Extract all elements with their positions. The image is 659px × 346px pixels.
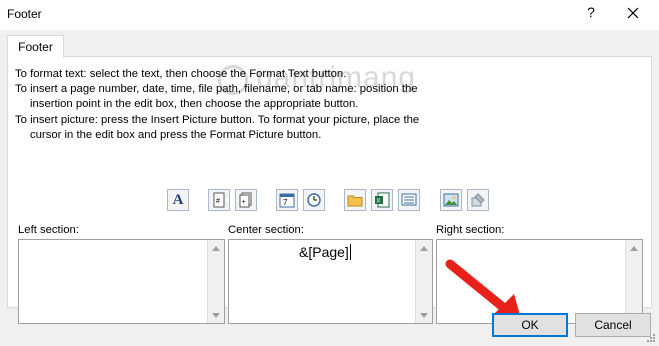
center-section-text: &[Page] — [299, 244, 351, 260]
left-section-input[interactable] — [18, 239, 225, 324]
ok-button[interactable]: OK — [492, 313, 568, 337]
scroll-up-icon[interactable] — [416, 240, 432, 256]
sheet-tab-icon — [401, 193, 417, 206]
excel-file-icon: X — [375, 192, 390, 208]
format-text-button[interactable]: A — [167, 189, 189, 211]
cancel-button[interactable]: Cancel — [575, 313, 651, 337]
window-title: Footer — [7, 7, 42, 21]
close-icon — [627, 7, 639, 19]
format-text-icon: A — [172, 191, 184, 208]
right-section-label: Right section: — [436, 224, 505, 236]
tab-footer[interactable]: Footer — [7, 35, 64, 58]
svg-text:7: 7 — [283, 198, 288, 207]
format-picture-icon — [471, 193, 485, 207]
help-button[interactable]: ? — [583, 4, 599, 20]
instruction-line: To insert picture: press the Insert Pict… — [15, 114, 420, 126]
svg-text:#: # — [216, 198, 220, 205]
insert-file-path-button[interactable] — [344, 189, 366, 211]
center-section-label: Center section: — [228, 224, 304, 236]
svg-text:+: + — [242, 199, 246, 206]
scroll-up-icon[interactable] — [626, 240, 642, 256]
insert-date-button[interactable]: 7 — [276, 189, 298, 211]
close-button[interactable] — [624, 2, 644, 24]
dialog-body: Footer uantrimang To format text: select… — [0, 30, 659, 346]
insert-page-number-button[interactable]: # — [208, 189, 230, 211]
insert-file-name-button[interactable]: X — [371, 189, 393, 211]
insert-sheet-name-button[interactable] — [398, 189, 420, 211]
insert-number-of-pages-button[interactable]: + — [235, 189, 257, 211]
svg-text:X: X — [376, 198, 381, 205]
instruction-line: To format text: select the text, then ch… — [15, 68, 347, 80]
text-caret — [349, 244, 351, 260]
right-section-scrollbar[interactable] — [625, 240, 642, 323]
footer-panel: uantrimang To format text: select the te… — [7, 56, 652, 324]
title-bar: Footer ? — [0, 0, 659, 30]
scroll-down-icon[interactable] — [416, 307, 432, 323]
clock-icon — [307, 193, 321, 207]
page-number-icon: # — [213, 192, 225, 208]
left-section-scrollbar[interactable] — [207, 240, 224, 323]
instruction-line: insertion point in the edit box, then ch… — [30, 98, 359, 110]
resize-grip-icon[interactable] — [646, 333, 656, 343]
picture-icon — [443, 193, 459, 207]
center-section-input[interactable]: &[Page] — [228, 239, 433, 324]
insert-picture-button[interactable] — [440, 189, 462, 211]
instruction-line: cursor in the edit box and press the For… — [30, 129, 322, 141]
scroll-down-icon[interactable] — [208, 307, 224, 323]
instruction-line: To insert a page number, date, time, fil… — [15, 83, 418, 95]
number-of-pages-icon: + — [239, 192, 252, 208]
left-section-label: Left section: — [18, 224, 79, 236]
calendar-icon: 7 — [279, 193, 295, 208]
insert-time-button[interactable] — [303, 189, 325, 211]
format-picture-button[interactable] — [467, 189, 489, 211]
scroll-up-icon[interactable] — [208, 240, 224, 256]
folder-icon — [347, 195, 363, 207]
center-section-scrollbar[interactable] — [415, 240, 432, 323]
